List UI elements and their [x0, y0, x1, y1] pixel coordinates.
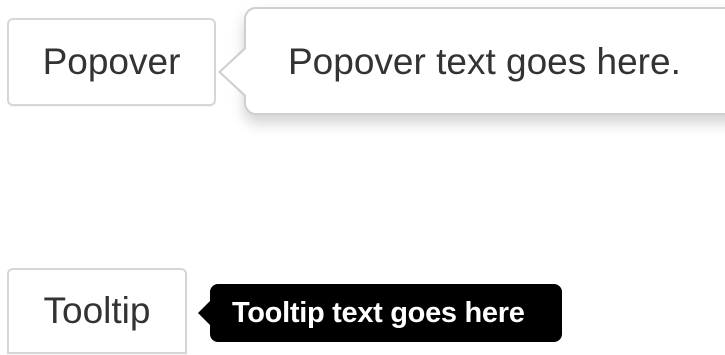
tooltip-text: Tooltip text goes here: [232, 296, 525, 329]
tooltip-arrow: [198, 301, 210, 325]
popover-arrow-fill: [221, 48, 247, 96]
popover-button[interactable]: Popover: [7, 18, 216, 106]
tooltip: Tooltip text goes here: [198, 284, 562, 342]
popover-text: Popover text goes here.: [288, 41, 681, 82]
tooltip-button[interactable]: Tooltip: [7, 268, 187, 354]
popover: Popover text goes here.: [218, 7, 725, 115]
